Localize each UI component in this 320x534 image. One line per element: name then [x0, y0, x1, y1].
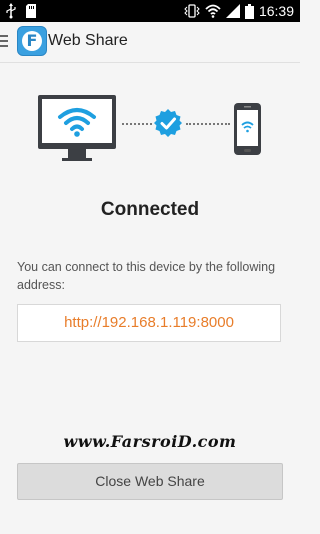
vibrate-icon	[184, 4, 200, 18]
connection-status: Connected	[100, 199, 200, 220]
close-web-share-button[interactable]: Close Web Share	[17, 463, 283, 500]
connected-check-icon	[154, 109, 182, 137]
computer-wifi-icon	[38, 95, 116, 161]
drawer-menu-icon[interactable]	[0, 35, 9, 49]
action-bar: F Web Share	[0, 22, 300, 63]
address-field[interactable]: http://192.168.1.119:8000	[17, 304, 281, 342]
app-logo-icon[interactable]: F	[17, 26, 47, 56]
cell-signal-icon	[225, 4, 240, 18]
phone-wifi-icon	[234, 103, 261, 155]
app-logo-letter: F	[26, 31, 38, 50]
wifi-signal-icon	[205, 4, 221, 18]
page-title: Web Share	[48, 32, 128, 49]
connection-line-right	[186, 123, 230, 127]
sd-card-icon	[26, 4, 36, 18]
connection-description: You can connect to this device by the fo…	[17, 260, 276, 292]
status-bar: 16:39	[0, 0, 300, 22]
watermark-text: www.FarsroiD.com	[63, 432, 237, 451]
connection-line-left	[122, 123, 152, 127]
battery-icon	[244, 3, 254, 19]
connection-illustration	[0, 90, 300, 170]
status-time: 16:39	[258, 3, 294, 19]
usb-icon	[6, 3, 16, 19]
